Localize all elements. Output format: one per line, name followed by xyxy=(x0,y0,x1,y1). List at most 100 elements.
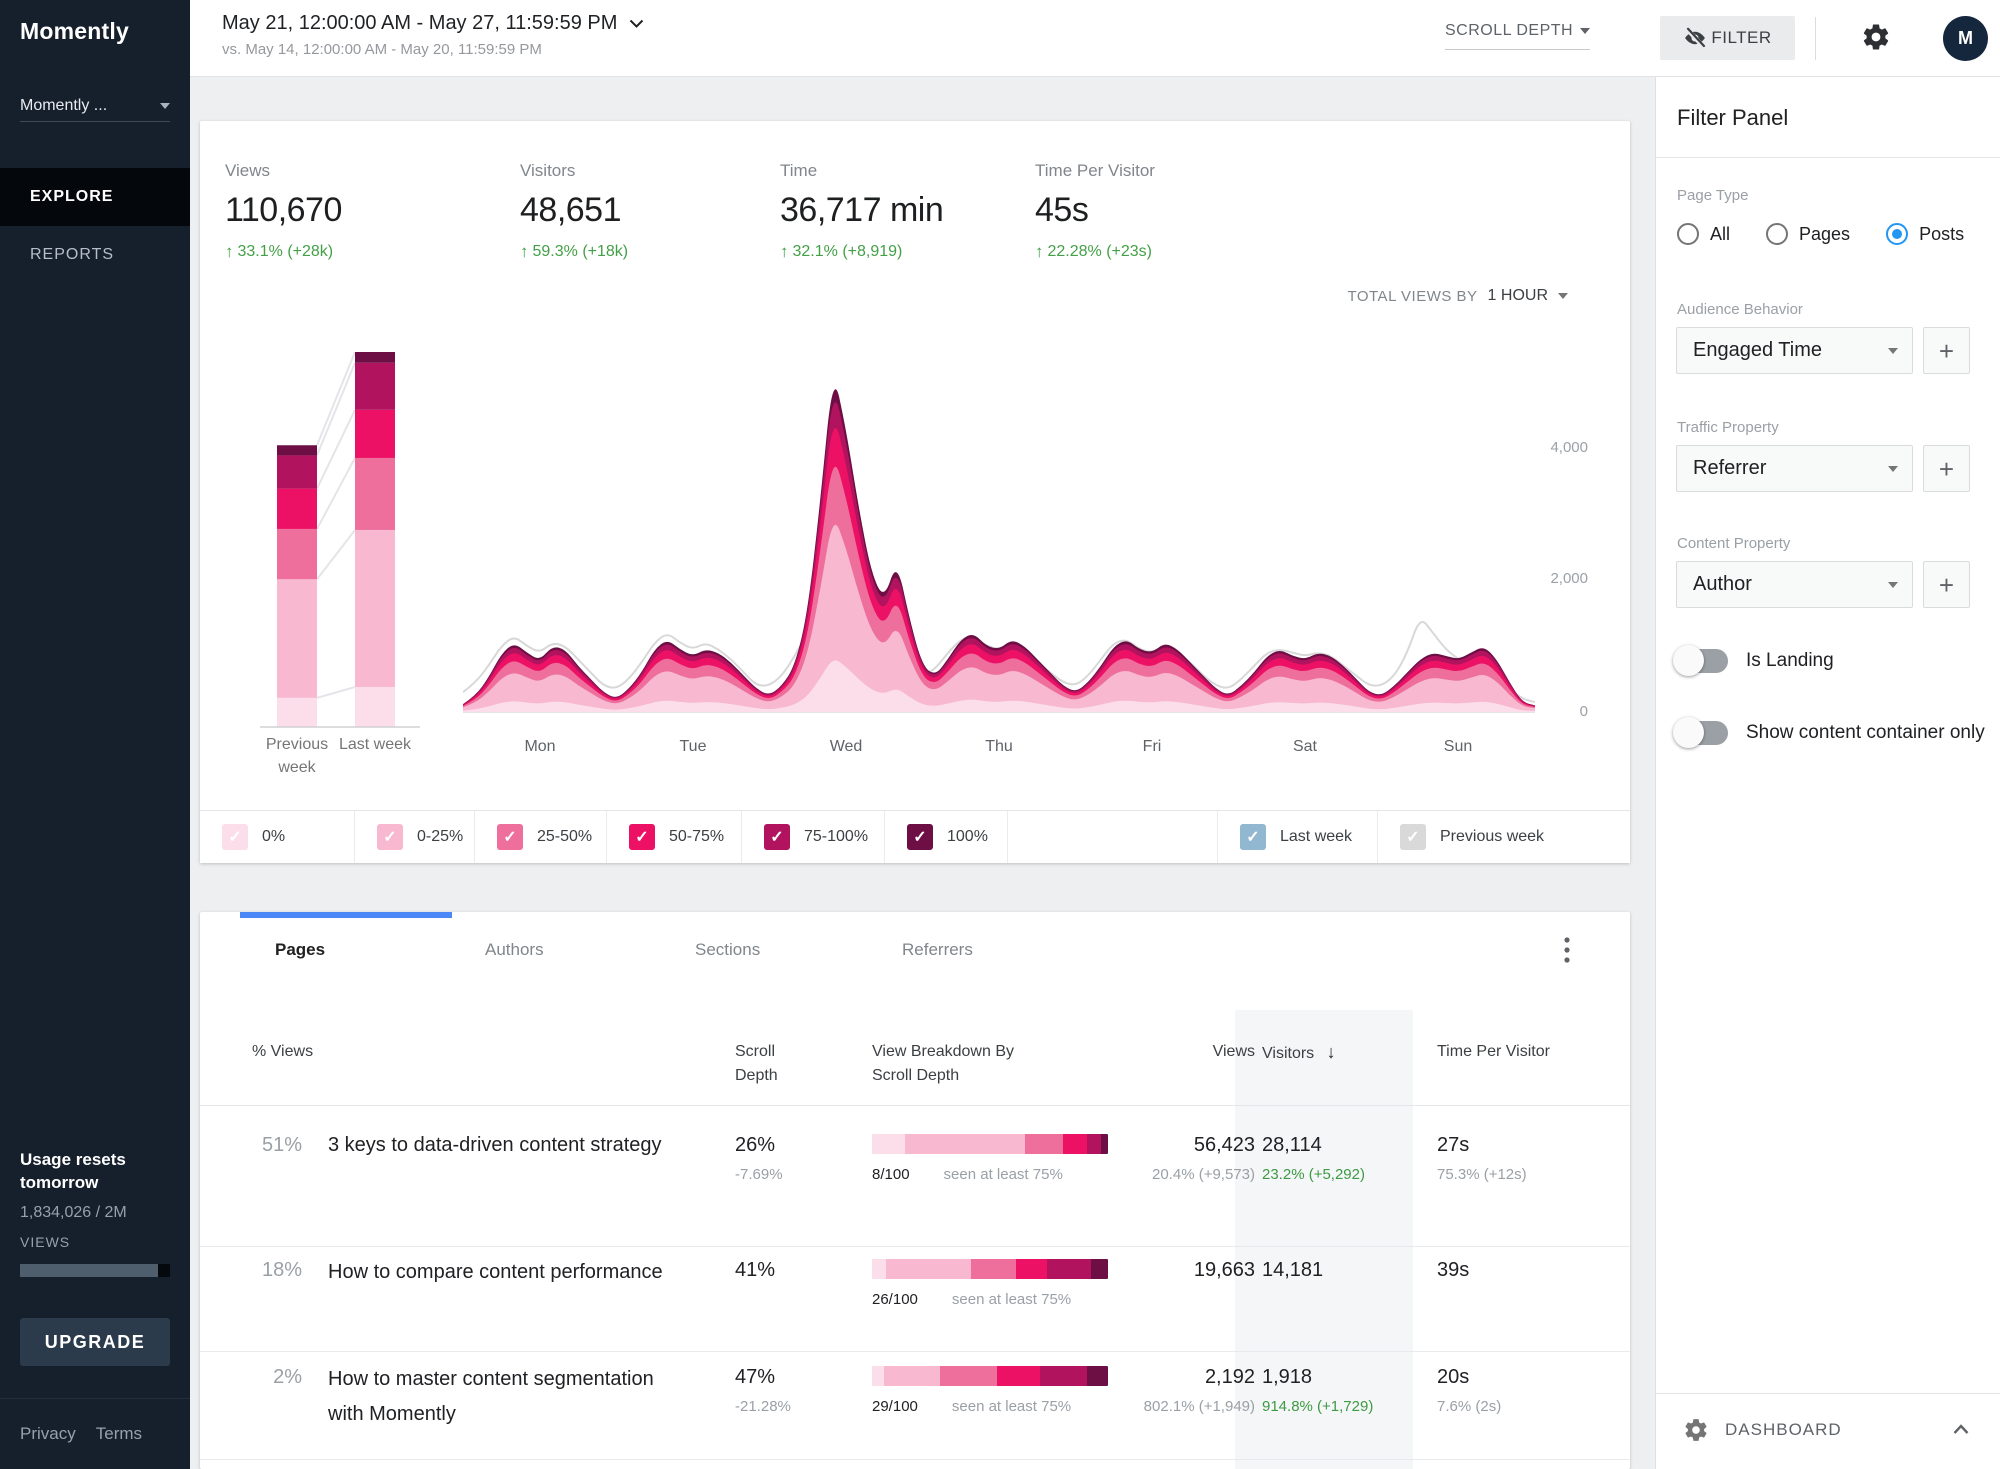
total-views-by-label: TOTAL VIEWS BY xyxy=(1347,288,1477,305)
sidebar-item-explore[interactable]: EXPLORE xyxy=(0,168,190,226)
traffic-property-row: Referrer + xyxy=(1676,445,1970,492)
header-views[interactable]: Views xyxy=(1155,1040,1255,1064)
bar-connector-line xyxy=(317,363,355,456)
scroll-depth-cell: 41% xyxy=(735,1259,775,1291)
gear-icon xyxy=(1861,22,1891,52)
stat-label: Time Per Visitor xyxy=(1035,161,1155,181)
stat-delta: ↑59.3% (+18k) xyxy=(520,242,628,262)
header-scroll-depth[interactable]: Scroll Depth xyxy=(735,1040,805,1088)
usage-progress-bar xyxy=(20,1264,170,1277)
legend-checkbox-50-75pct[interactable]: ✓ 50-75% xyxy=(607,811,742,863)
usage-reset-text: Usage resets tomorrow xyxy=(20,1148,150,1194)
add-audience-behavior-button[interactable]: + xyxy=(1923,327,1970,374)
app-logo: Momently xyxy=(20,18,129,45)
page-type-radio-group: All Pages Posts xyxy=(1677,223,1964,245)
bar-connector-line xyxy=(317,352,355,445)
toggle-knob xyxy=(1673,717,1704,748)
sidebar-divider xyxy=(0,1398,190,1399)
legend-checkbox-0-25pct[interactable]: ✓ 0-25% xyxy=(355,811,475,863)
chevron-down-icon xyxy=(1888,582,1898,588)
legend-checkbox-75-100pct[interactable]: ✓ 75-100% xyxy=(742,811,885,863)
topbar-divider xyxy=(1815,17,1816,60)
date-range-selector[interactable]: May 21, 12:00:00 AM - May 27, 11:59:59 P… xyxy=(222,12,644,58)
scroll-depth-delta: -21.28% xyxy=(735,1398,791,1415)
privacy-link[interactable]: Privacy xyxy=(20,1424,76,1444)
stat-time: Time 36,717 min ↑32.1% (+8,919) xyxy=(780,161,943,262)
radio-pages[interactable]: Pages xyxy=(1766,223,1850,245)
content-container-toggle[interactable] xyxy=(1676,721,1728,745)
settings-button[interactable] xyxy=(1860,22,1892,54)
account-selector[interactable]: Momently ... xyxy=(20,90,170,122)
bar-segment-25-50% xyxy=(277,529,317,579)
legend-checkbox-100pct[interactable]: ✓ 100% xyxy=(885,811,1008,863)
avatar[interactable]: M xyxy=(1943,16,1988,61)
page-title-link[interactable]: How to compare content performance xyxy=(328,1255,673,1290)
stat-delta: ↑32.1% (+8,919) xyxy=(780,242,943,262)
up-arrow-icon: ↑ xyxy=(1035,242,1044,262)
upgrade-button[interactable]: UPGRADE xyxy=(20,1318,170,1366)
add-content-property-button[interactable]: + xyxy=(1923,561,1970,608)
bar-connector-line xyxy=(317,530,355,579)
sidebar-footer-links: Privacy Terms xyxy=(20,1424,142,1444)
add-traffic-property-button[interactable]: + xyxy=(1923,445,1970,492)
filter-toggle-button[interactable]: FILTER xyxy=(1660,16,1795,60)
chevron-down-icon xyxy=(1580,28,1590,34)
x-axis-tick-thu: Thu xyxy=(964,738,1034,756)
audience-behavior-label: Audience Behavior xyxy=(1677,301,1803,318)
tab-pages[interactable]: Pages xyxy=(275,940,325,960)
stat-value: 48,651 xyxy=(520,191,628,230)
divider xyxy=(1656,1393,2000,1394)
date-range-label: May 21, 12:00:00 AM - May 27, 11:59:59 P… xyxy=(222,12,617,35)
header-view-breakdown[interactable]: View Breakdown By Scroll Depth xyxy=(872,1040,1022,1088)
time-per-visitor-cell: 27s 75.3% (+12s) xyxy=(1437,1134,1617,1183)
usage-count: 1,834,026 / 2M xyxy=(20,1204,127,1222)
table-row[interactable]: 2% How to master content segmentation wi… xyxy=(200,1352,1630,1460)
kebab-menu-icon xyxy=(1564,937,1570,963)
weekly-totals-bar-chart xyxy=(250,340,430,732)
breakdown-segment-0-25% xyxy=(886,1259,971,1279)
sidebar-item-reports[interactable]: REPORTS xyxy=(0,226,190,284)
table-row[interactable]: 51% 3 keys to data-driven content strate… xyxy=(200,1106,1630,1247)
content-container-label: Show content container only xyxy=(1746,722,1985,744)
tab-authors[interactable]: Authors xyxy=(485,940,544,960)
legend-checkbox-previous-week[interactable]: ✓ Previous week xyxy=(1378,811,1630,863)
is-landing-toggle[interactable] xyxy=(1676,649,1728,673)
y-axis-tick: 2,000 xyxy=(1528,570,1588,587)
header-pct-views[interactable]: % Views xyxy=(252,1040,313,1064)
audience-behavior-select[interactable]: Engaged Time xyxy=(1676,327,1913,374)
traffic-property-select[interactable]: Referrer xyxy=(1676,445,1913,492)
breakdown-segment-25-50% xyxy=(940,1366,997,1386)
time-per-visitor-delta: 75.3% (+12s) xyxy=(1437,1166,1617,1183)
header-time-per-visitor[interactable]: Time Per Visitor xyxy=(1437,1040,1550,1064)
content-container-toggle-row: Show content container only xyxy=(1676,721,1985,745)
total-views-by-dropdown[interactable]: TOTAL VIEWS BY 1 HOUR xyxy=(1300,287,1568,305)
legend-checkbox-0pct[interactable]: ✓ 0% xyxy=(200,811,355,863)
table-row[interactable]: 18% How to compare content performance 4… xyxy=(200,1247,1630,1352)
views-cell: 2,192 802.1% (+1,949) xyxy=(1055,1366,1255,1415)
page-title-link[interactable]: How to master content segmentation with … xyxy=(328,1362,673,1432)
legend-checkbox-25-50pct[interactable]: ✓ 25-50% xyxy=(475,811,607,863)
metric-selector-dropdown[interactable]: SCROLL DEPTH xyxy=(1445,22,1590,50)
divider xyxy=(1656,157,2000,158)
checkbox-checked-icon: ✓ xyxy=(629,824,655,850)
x-axis-tick-sun: Sun xyxy=(1423,738,1493,756)
legend-checkbox-last-week[interactable]: ✓ Last week xyxy=(1218,811,1378,863)
filter-panel-title: Filter Panel xyxy=(1677,105,1788,131)
chevron-down-icon xyxy=(160,103,170,109)
dashboard-button[interactable]: DASHBOARD xyxy=(1656,1407,2000,1453)
radio-posts[interactable]: Posts xyxy=(1886,223,1964,245)
content-property-select[interactable]: Author xyxy=(1676,561,1913,608)
page-title-link[interactable]: 3 keys to data-driven content strategy xyxy=(328,1128,673,1163)
views-delta: 802.1% (+1,949) xyxy=(1055,1398,1255,1415)
stat-value: 45s xyxy=(1035,191,1155,230)
account-selector-label: Momently ... xyxy=(20,97,107,115)
tab-sections[interactable]: Sections xyxy=(695,940,760,960)
table-options-menu-button[interactable] xyxy=(1552,934,1582,968)
tab-referrers[interactable]: Referrers xyxy=(902,940,973,960)
bar-segment-50-75% xyxy=(355,410,395,458)
terms-link[interactable]: Terms xyxy=(96,1424,142,1444)
radio-all[interactable]: All xyxy=(1677,223,1730,245)
breakdown-segment-0% xyxy=(872,1259,886,1279)
header-visitors[interactable]: Visitors ↓ xyxy=(1262,1040,1336,1066)
content-property-value: Author xyxy=(1693,573,1752,596)
